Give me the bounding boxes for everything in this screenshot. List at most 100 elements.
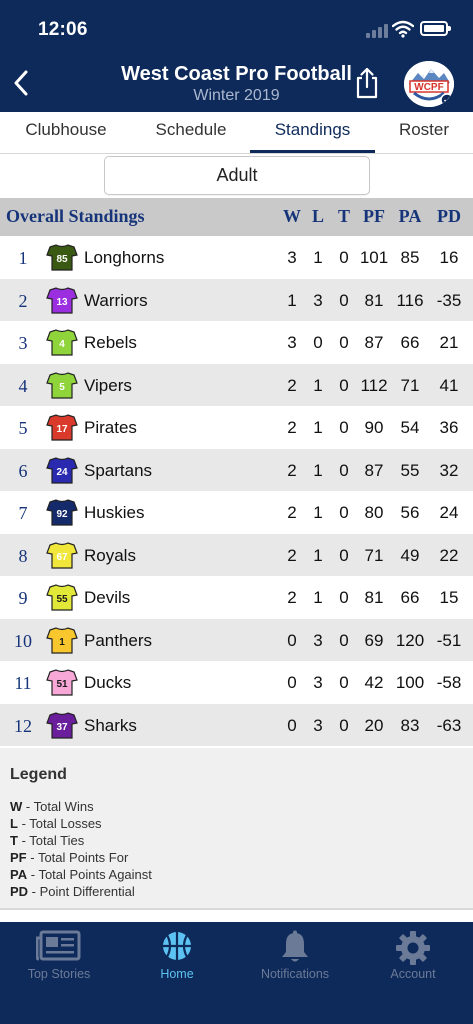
point-diff-value: -63: [436, 715, 462, 735]
legend-item: W - Total Wins: [10, 799, 94, 814]
wins-value: 1: [287, 290, 297, 310]
table-row[interactable]: 2 13 Warriors 1 3 0 81 116 -35: [0, 278, 473, 322]
points-against-value: 56: [400, 503, 420, 522]
table-row[interactable]: 5 17 Pirates 2 1 0 90 54 36: [0, 406, 473, 449]
team-name[interactable]: Warriors: [84, 279, 148, 322]
svg-text:37: 37: [56, 722, 68, 733]
point-diff-value: 22: [439, 545, 459, 565]
team-name[interactable]: Vipers: [84, 364, 132, 407]
bottom-tab-bar: Top Stories Home Notifications Account: [0, 922, 473, 1024]
tab-roster[interactable]: Roster: [375, 112, 473, 154]
app-header: 12:06 West Coast Pro Football Winter 201…: [0, 0, 473, 112]
svg-text:55: 55: [56, 594, 68, 605]
table-row[interactable]: 7 92 Huskies 2 1 0 80 56 24: [0, 491, 473, 534]
ties-value: 0: [339, 588, 349, 607]
team-name[interactable]: Royals: [84, 534, 136, 577]
nav-notifications[interactable]: Notifications: [240, 922, 350, 992]
jersey-icon: 85: [46, 244, 78, 271]
point-diff-value: 36: [439, 418, 459, 437]
jersey-icon: 55: [46, 584, 78, 611]
division-selector[interactable]: Adult: [104, 156, 370, 195]
losses-value: 3: [313, 673, 323, 692]
table-row[interactable]: 1 85 Longhorns 3 1 0 101 85 16: [0, 236, 473, 279]
league-logo[interactable]: WCPF: [404, 61, 454, 107]
nav-account[interactable]: Account: [358, 922, 468, 992]
legend-item: PD - Point Differential: [10, 884, 135, 899]
tab-schedule[interactable]: Schedule: [132, 112, 250, 154]
column-header-l: L: [311, 206, 324, 226]
team-name[interactable]: Rebels: [84, 321, 137, 364]
losses-value: 1: [313, 588, 323, 607]
table-row[interactable]: 9 55 Devils 2 1 0 81 66 15: [0, 576, 473, 619]
table-row[interactable]: 11 51 Ducks 0 3 0 42 100 -58: [0, 661, 473, 704]
ties-value: 0: [339, 375, 349, 395]
point-diff-value: 24: [439, 503, 459, 522]
points-against-value: 100: [395, 673, 425, 692]
points-for-value: 80: [364, 503, 384, 522]
legend-panel: Legend W - Total Wins L - Total Losses T…: [0, 748, 473, 910]
tab-clubhouse[interactable]: Clubhouse: [0, 112, 132, 154]
status-time: 12:06: [38, 19, 88, 40]
share-button[interactable]: [353, 66, 381, 100]
table-row[interactable]: 3 4 Rebels 3 0 0 87 66 21: [0, 321, 473, 364]
jersey-icon: 67: [46, 541, 78, 569]
ball-icon: [163, 932, 191, 960]
team-name[interactable]: Panthers: [84, 619, 152, 662]
team-name[interactable]: Sharks: [84, 704, 137, 747]
point-diff-value: 16: [439, 248, 459, 267]
column-header-pa: PA: [398, 206, 422, 226]
ties-value: 0: [339, 418, 349, 437]
jersey-icon: 24: [46, 456, 78, 484]
table-row[interactable]: 12 37 Sharks 0 3 0 20 83 -63: [0, 703, 473, 747]
column-header-t: T: [337, 206, 350, 226]
back-button[interactable]: [6, 66, 36, 100]
wins-value: 3: [287, 248, 297, 267]
svg-text:51: 51: [56, 679, 68, 690]
ties-value: 0: [339, 503, 349, 522]
status-bar: 12:06: [0, 0, 473, 50]
svg-text:13: 13: [56, 297, 68, 308]
svg-text:17: 17: [56, 424, 68, 435]
team-rank: 8: [18, 545, 28, 566]
team-rank: 2: [18, 290, 28, 311]
jersey-icon: 37: [46, 711, 78, 739]
point-diff-value: 32: [439, 460, 459, 480]
table-row[interactable]: 8 67 Royals 2 1 0 71 49 22: [0, 533, 473, 577]
header-title-block: West Coast Pro Football Winter 2019: [80, 62, 393, 106]
column-header-w: W: [283, 206, 301, 226]
table-row[interactable]: 4 5 Vipers 2 1 0 112 71 41: [0, 363, 473, 407]
points-for-value: 90: [364, 418, 384, 437]
jersey-icon: 17: [46, 414, 78, 441]
team-rank: 3: [18, 333, 28, 353]
gear-icon: [396, 931, 430, 965]
points-against-value: 71: [400, 375, 420, 395]
team-name[interactable]: Pirates: [84, 406, 137, 449]
newspaper-icon: [36, 930, 81, 961]
team-name[interactable]: Devils: [84, 576, 130, 619]
standings-title: Overall Standings: [6, 206, 145, 226]
nav-top-stories[interactable]: Top Stories: [4, 922, 114, 992]
team-name[interactable]: Spartans: [84, 449, 152, 492]
tab-standings[interactable]: Standings: [250, 112, 375, 154]
page-title: West Coast Pro Football: [121, 63, 352, 85]
active-tab-indicator: [250, 150, 375, 153]
jersey-icon: 51: [46, 669, 78, 696]
svg-text:92: 92: [56, 509, 68, 520]
logo-wordmark: WCPF: [414, 82, 443, 93]
table-row[interactable]: 10 1 Panthers 0 3 0 69 120 -51: [0, 618, 473, 662]
table-row[interactable]: 6 24 Spartans 2 1 0 87 55 32: [0, 448, 473, 492]
points-against-value: 120: [395, 630, 425, 650]
team-rank: 12: [14, 715, 32, 736]
team-name[interactable]: Ducks: [84, 661, 131, 704]
nav-label: Home: [160, 967, 194, 981]
wcpf-logo-icon: WCPF: [404, 61, 454, 107]
wins-value: 3: [287, 333, 297, 352]
legend-item: PA - Total Points Against: [10, 867, 152, 882]
nav-home[interactable]: Home: [122, 922, 232, 992]
bell-icon: [282, 930, 308, 962]
team-name[interactable]: Longhorns: [84, 236, 164, 279]
team-name[interactable]: Huskies: [84, 491, 144, 534]
points-for-value: 87: [364, 333, 384, 352]
legend-title: Legend: [10, 766, 67, 783]
points-against-value: 49: [400, 545, 420, 565]
